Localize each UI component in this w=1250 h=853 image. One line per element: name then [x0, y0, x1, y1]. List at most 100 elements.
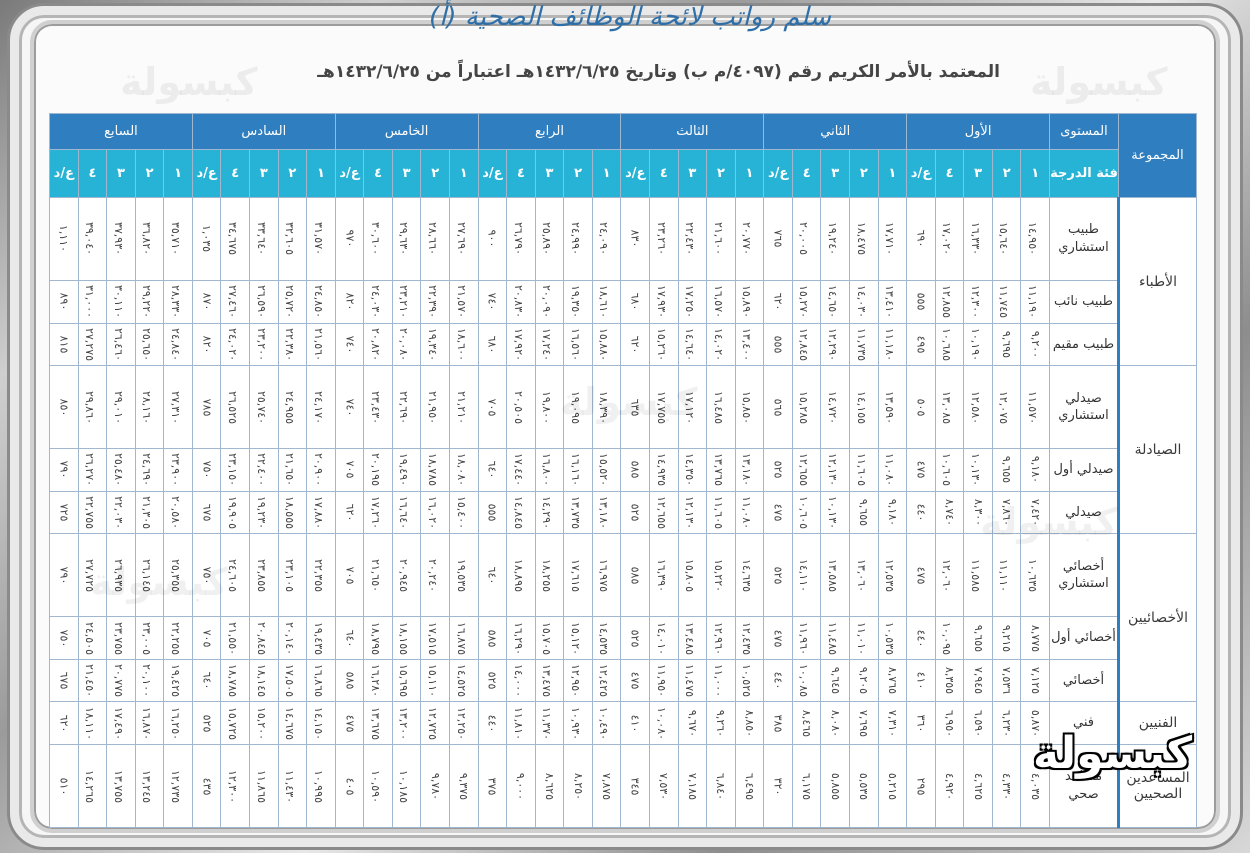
salary-value-cell: ٢٧,٣١٠	[163, 365, 193, 450]
table-row: الأخصائيين أخصائي استشاري ١٠,٦٣٥ ١١,١١٠ ١١,٥…	[49, 533, 1197, 703]
salary-value-cell: ٦٢٠	[620, 322, 651, 367]
salary-value-cell: ١٥,٥٢٠	[591, 448, 622, 492]
salary-value-cell: ١٦,٢٥٠	[163, 701, 193, 746]
salary-value-cell: ٨,٤٦٥	[791, 701, 822, 746]
salary-value: ١٥,٨٩٠	[740, 285, 754, 319]
salary-value: ٦٩٠	[914, 230, 928, 248]
salary-value: ٦٧٥	[57, 671, 71, 690]
salary-value-cell: ٥٥٥	[906, 279, 936, 324]
salary-value-cell: ١٥,١١٠	[420, 658, 450, 703]
salary-value-cell: ٧,٣١٠	[877, 701, 908, 746]
grade-step-header: ٢	[134, 149, 165, 198]
salary-value: ٥٥٥	[914, 292, 928, 311]
grade-step-header: ع/د	[334, 149, 365, 198]
salary-value-cell: ١٤,١١٠	[791, 533, 822, 618]
salary-value: ٦,٢٣٠	[1000, 709, 1014, 737]
salary-value-cell: ٨,٦٢٥	[534, 744, 565, 828]
salary-value-cell: ٢٦,٢٧٠	[77, 448, 108, 492]
salary-value-cell: ٢٢,٠٣٠	[106, 490, 136, 535]
salary-value-cell: ٢١,٥٧٠	[448, 279, 479, 324]
salary-value: ١٥,٦٩٥	[397, 664, 411, 698]
salary-value: ٧٩٠	[57, 460, 71, 479]
salary-value-cell: ٩,٢٠٠	[1020, 322, 1050, 367]
salary-value-cell: ١٨,١٥٥	[391, 616, 422, 660]
salary-value: ٢٥,٤٨٠	[111, 453, 125, 487]
salary-value: ٤٤٠	[485, 714, 499, 733]
salary-value-cell: ٢٦,١٤٥	[134, 533, 165, 618]
salary-value-cell: ٤٤٠	[906, 616, 936, 660]
salary-value: ١٤,٠١٠	[654, 621, 668, 655]
salary-value: ٤٠٥	[343, 777, 357, 795]
salary-value-cell: ٢٣,٤٣٠	[363, 365, 393, 450]
salary-value-cell: ٦٩٠	[906, 197, 936, 281]
salary-value: ٤,٩٢٠	[943, 772, 957, 800]
salary-value: ٢٤,٩٥٥	[283, 390, 297, 424]
salary-value: ٢١,٥٧٠	[454, 285, 468, 319]
salary-value-cell: ١٦,٤٨٥	[706, 365, 736, 450]
salary-value-cell: ١٠,٥٩٠	[363, 744, 393, 828]
salary-value: ٧٦٥	[771, 230, 785, 248]
salary-value-cell: ١٢,٧٣٥	[163, 744, 193, 828]
salary-value-cell: ٧٦٥	[763, 197, 793, 281]
salary-value-cell: ٩,٠٠٠	[506, 744, 536, 828]
salary-value-cell: ١٠,٦٠٥	[791, 490, 822, 535]
salary-value-cell: ٤٧٥	[906, 448, 936, 492]
salary-value-cell: ١٧,٩٢٠	[506, 322, 536, 367]
salary-value: ٤,٦٢٥	[971, 772, 985, 800]
salary-value-cell: ٢٥,٧٢٠	[277, 279, 308, 324]
salary-value-cell: ٢١,٩٥٠	[420, 365, 450, 450]
salary-value-cell: ٩٧٠	[334, 197, 365, 281]
salary-value: ٩,٦٧٠	[685, 709, 699, 737]
salary-value-cell: ١٦,٨٧٥	[448, 616, 479, 660]
salary-value-cell: ٣٧,٩٣٠	[106, 197, 136, 281]
salary-value: ١٢,٢٥٠	[454, 706, 468, 740]
salary-value: ٦٨٠	[485, 335, 499, 354]
salary-value-cell: ٣٤٥	[620, 744, 651, 828]
table-row: صيدلي أول ٩,١٨٠ ٩,٦٥٥ ١٠,١٣٠ ١٠,٦٠٥ ٤٧٥ ١١,٠٨٠…	[49, 448, 1197, 492]
salary-value-cell: ٨,٢٥٠	[563, 744, 593, 828]
salary-value: ٣٤٥	[628, 777, 642, 795]
salary-value: ٢٠,٥٠٥	[511, 390, 525, 424]
salary-value-cell: ١٥,٨٥٠	[734, 365, 765, 450]
salary-value-cell: ٣٠,١١٠	[106, 279, 136, 324]
salary-value: ١٢,٥٨٠	[968, 390, 982, 424]
salary-value-cell: ١٣,٤١٠	[877, 279, 908, 324]
grade-step-header: ٣	[820, 149, 851, 198]
salary-value-cell: ٣٦٠	[906, 701, 936, 746]
salary-value-cell: ٩,٣٧٥	[448, 744, 479, 828]
salary-value-cell: ٤٧٥	[620, 658, 651, 703]
salary-value-cell: ١٩,٤٢٥	[163, 658, 193, 703]
grade-step-header: ٣	[534, 149, 565, 198]
salary-value: ٨٢٠	[343, 292, 357, 311]
salary-value-cell: ١٥,٤٠٠	[448, 490, 479, 535]
level-header-cell: الثاني	[763, 113, 908, 150]
salary-value-cell: ٨٢٠	[191, 322, 222, 367]
salary-value-cell: ١٣,٥٩٠	[877, 365, 908, 450]
salary-value-cell: ٤٤٠	[906, 490, 936, 535]
salary-value: ١٨,٧٩٥	[368, 621, 382, 655]
salary-value-cell: ١٥,٦٤٠	[991, 197, 1022, 281]
salary-value-cell: ٤٤٠	[477, 701, 508, 746]
salary-value: ١١,٠٨٠	[740, 495, 754, 529]
salary-value: ٢٩,٦٣٠	[397, 222, 411, 256]
salary-value: ٢١,٦٥٠	[283, 453, 297, 487]
salary-value-cell: ١٤,١٥٠	[306, 701, 336, 746]
salary-value: ٣٦٠	[914, 714, 928, 733]
salary-value: ٥١٠	[57, 777, 71, 795]
job-category-cell: أخصائي أول	[1049, 616, 1119, 660]
salary-value: ١٢,٨٥٥	[940, 285, 954, 319]
grade-step-header: ع/د	[906, 149, 936, 198]
salary-value: ١٩,٢٣٠	[254, 495, 268, 529]
salary-value-cell: ٢٠,٨٤٥	[249, 616, 279, 660]
salary-value-cell: ١٧,٦١٥	[563, 533, 593, 618]
salary-value: ٧,١٨٥	[685, 772, 699, 800]
salary-value: ١١,١٨٠	[883, 327, 897, 361]
salary-value-cell: ٨,٨٥٠	[734, 701, 765, 746]
salary-value: ٢٥,٨٩٠	[540, 222, 554, 256]
salary-value-cell: ٩,٦٥٥	[991, 448, 1022, 492]
grade-step-header: ع/د	[620, 149, 651, 198]
salary-value: ٧,٦٩٥	[857, 709, 871, 737]
salary-value-cell: ٢٤,٥٠٥	[77, 616, 108, 660]
salary-value: ١٥,٥٢٠	[597, 453, 611, 487]
salary-value-cell: ٢٣,٢١٠	[391, 279, 422, 324]
